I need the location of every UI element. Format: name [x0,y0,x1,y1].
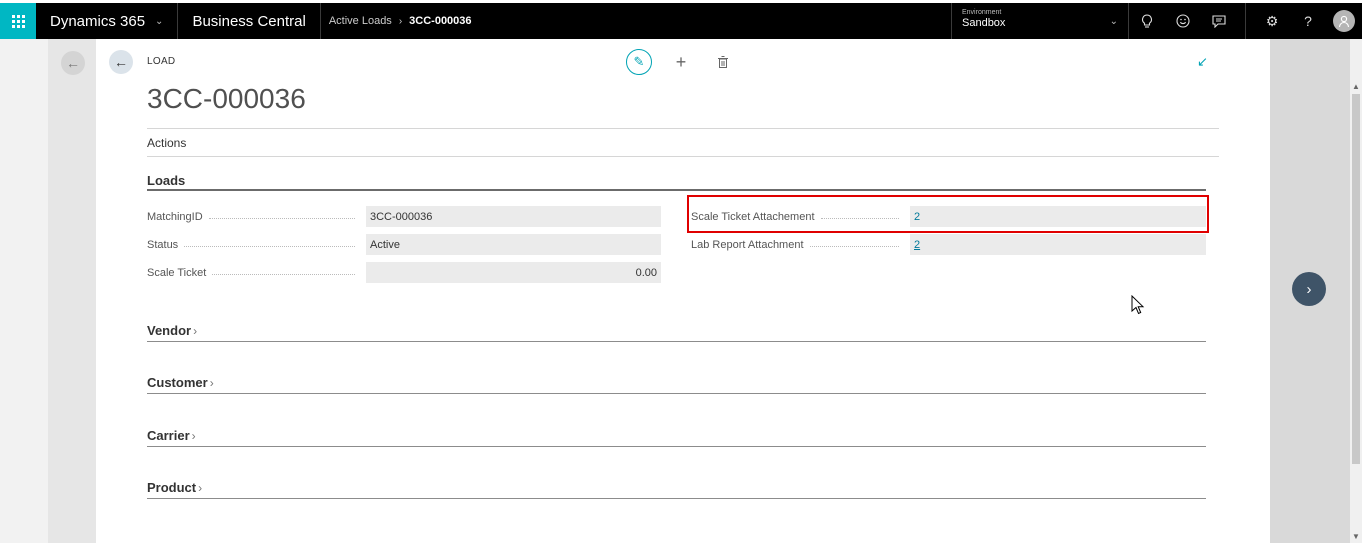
section-vendor[interactable]: Vendor › [147,323,197,338]
field-label: Scale Ticket [147,266,207,279]
breadcrumb-current: 3CC-000036 [409,15,472,27]
lightbulb-icon[interactable] [1129,3,1165,39]
chevron-right-icon: › [209,376,214,390]
section-customer[interactable]: Customer › [147,375,214,390]
field-label: MatchingID [147,210,203,223]
section-divider [147,446,1206,447]
section-product[interactable]: Product › [147,480,202,495]
avatar-icon [1333,10,1355,32]
chevron-right-icon: › [398,15,403,27]
brand-label: Dynamics 365 [50,12,146,30]
scrollbar-thumb[interactable] [1352,94,1360,464]
field-label: Status [147,238,179,251]
scroll-down-icon[interactable]: ▼ [1352,532,1360,541]
field-status: Status [147,234,361,255]
field-matching-id: MatchingID [147,206,361,227]
page-caption: LOAD [147,56,176,67]
next-record-chevron-icon[interactable]: › [1292,272,1326,306]
actions-menu[interactable]: Actions [147,136,186,150]
chevron-right-icon: › [191,429,196,443]
delete-trash-icon[interactable] [712,49,734,75]
scroll-up-icon[interactable]: ▲ [1352,82,1360,91]
section-title-loads[interactable]: Loads [147,173,185,188]
gear-icon[interactable]: ⚙ [1254,3,1290,39]
divider [147,128,1219,129]
section-title-label: Carrier [147,428,190,443]
user-avatar[interactable] [1326,3,1362,39]
section-divider [147,189,1206,191]
chat-icon[interactable] [1201,3,1237,39]
section-divider [147,498,1206,499]
field-label: Lab Report Attachment [691,238,804,251]
dynamics-365-menu[interactable]: Dynamics 365 ⌄ [36,3,179,39]
app-launcher-icon[interactable] [0,3,36,39]
smiley-feedback-icon[interactable] [1165,3,1201,39]
section-divider [147,393,1206,394]
edit-pencil-icon[interactable]: ✎ [626,49,652,75]
status-value[interactable]: Active [366,234,661,255]
collapse-icon[interactable]: ↙ [1197,54,1208,70]
breadcrumb-active-loads[interactable]: Active Loads [329,15,392,27]
attachment-count-link[interactable]: 2 [914,239,920,251]
product-name[interactable]: Business Central [178,3,321,39]
section-title-label: Product [147,480,197,495]
matching-id-value[interactable]: 3CC-000036 [366,206,661,227]
scale-ticket-value[interactable]: 0.00 [366,262,661,283]
chevron-down-icon: ⌄ [1109,16,1118,27]
load-card: ← LOAD 3CC-000036 ✎ + ↙ Actions Loads Ma… [96,39,1270,543]
product-label: Business Central [192,12,306,30]
chevron-right-icon: › [193,324,198,338]
divider [147,156,1219,157]
breadcrumb: Active Loads › 3CC-000036 [321,3,951,39]
field-scale-ticket: Scale Ticket [147,262,361,283]
section-title-label: Vendor [147,323,192,338]
back-arrow-icon[interactable]: ← [109,50,133,74]
vertical-scrollbar[interactable]: ▲ ▼ [1350,39,1362,543]
highlight-box [687,195,1209,233]
outer-back-arrow-icon[interactable]: ← [61,51,85,75]
help-icon[interactable]: ? [1290,3,1326,39]
top-navigation-bar: Dynamics 365 ⌄ Business Central Active L… [0,3,1362,39]
environment-value: Sandbox [962,17,1006,29]
lab-report-attachment-value[interactable]: 2 [910,234,1206,255]
add-icon[interactable]: + [670,49,692,75]
chevron-down-icon: ⌄ [155,15,164,27]
section-carrier[interactable]: Carrier › [147,428,196,443]
field-lab-report-attachment: Lab Report Attachment [691,234,905,255]
environment-label: Environment [962,9,1002,16]
mouse-cursor-icon [1131,294,1145,320]
section-title-label: Customer [147,375,208,390]
section-divider [147,341,1206,342]
chevron-right-icon: › [198,481,203,495]
page-title: 3CC-000036 [147,83,306,114]
environment-selector[interactable]: Environment Sandbox ⌄ [951,3,1129,39]
